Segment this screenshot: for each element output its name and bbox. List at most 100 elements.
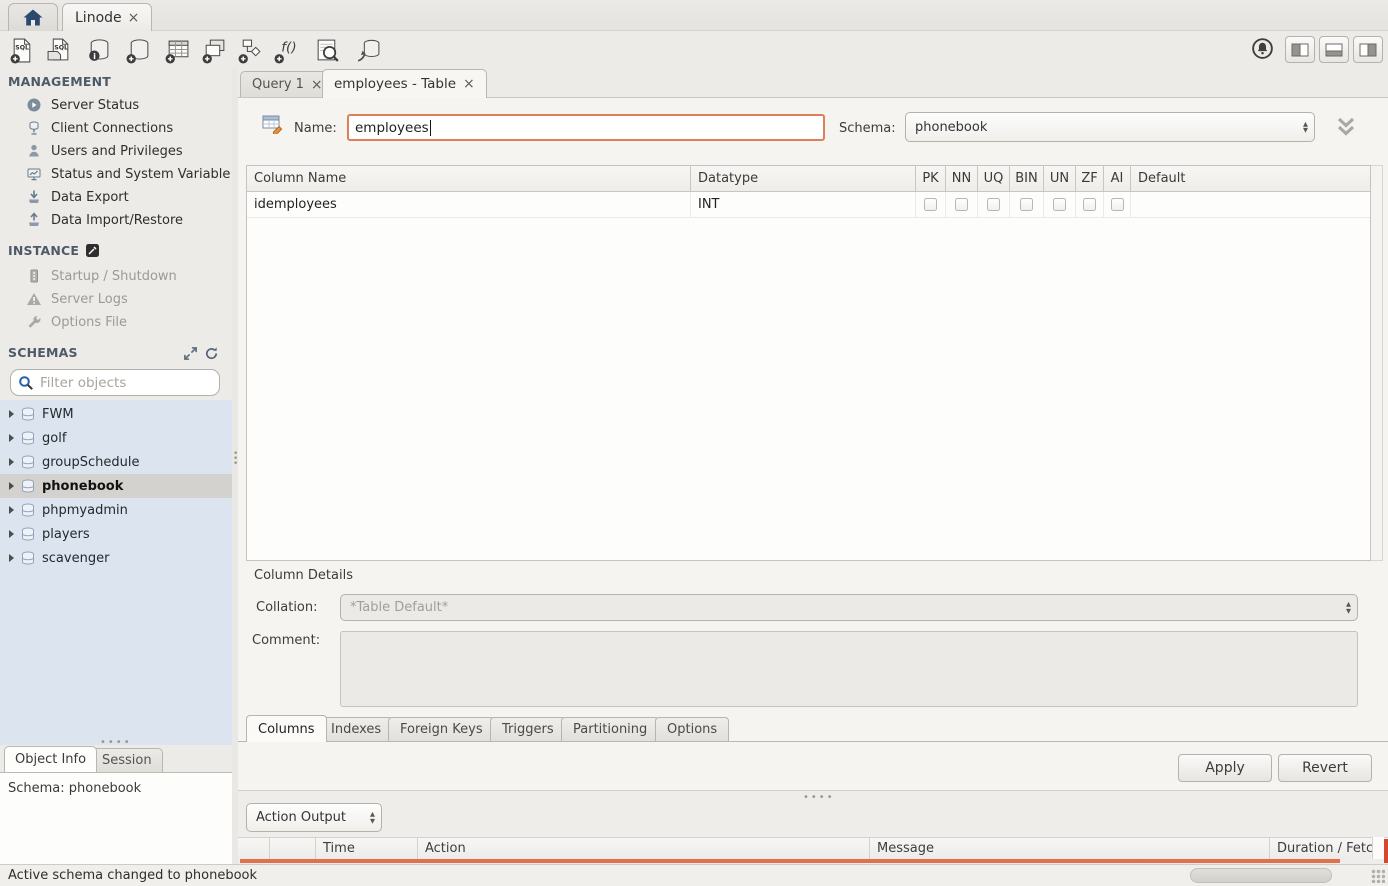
svg-text:f(): f(): [281, 39, 296, 55]
reconnect-database-icon[interactable]: [353, 35, 383, 65]
sidebar-item-data-export[interactable]: Data Export: [26, 186, 231, 208]
un-checkbox[interactable]: [1053, 198, 1066, 211]
default-cell[interactable]: [1131, 192, 1370, 217]
schema-item-fwm[interactable]: FWM: [0, 402, 232, 426]
tab-query-1[interactable]: Query 1 ×: [240, 71, 335, 97]
output-selector[interactable]: Action Output ▲▼: [246, 803, 382, 832]
home-tab[interactable]: [8, 3, 58, 31]
uq-checkbox[interactable]: [987, 198, 1000, 211]
header-duration-fetch: Duration / Fetch: [1270, 838, 1388, 859]
pk-checkbox[interactable]: [924, 198, 937, 211]
collation-label: Collation:: [256, 600, 318, 615]
spinner-arrows-icon[interactable]: ▲▼: [370, 804, 375, 831]
schema-name: players: [42, 527, 90, 542]
schema-filter-input[interactable]: [40, 375, 212, 391]
collation-select[interactable]: *Table Default* ▲▼: [340, 594, 1358, 621]
create-routine-icon[interactable]: [235, 35, 265, 65]
tab-foreign-keys[interactable]: Foreign Keys: [388, 717, 495, 742]
tab-partitioning[interactable]: Partitioning: [561, 717, 659, 742]
spinner-arrows-icon[interactable]: ▲▼: [1303, 113, 1308, 141]
svg-text:i: i: [93, 50, 96, 60]
schema-item-players[interactable]: players: [0, 522, 232, 546]
toggle-right-panel-button[interactable]: [1353, 36, 1383, 63]
schema-icon: [21, 503, 35, 517]
sidebar-item-startup-shutdown[interactable]: Startup / Shutdown: [26, 265, 231, 287]
notification-icon[interactable]: [1247, 33, 1277, 63]
expander-icon[interactable]: [9, 530, 14, 538]
search-table-data-icon[interactable]: [312, 35, 342, 65]
tab-triggers[interactable]: Triggers: [490, 717, 566, 742]
connection-tab[interactable]: Linode ×: [62, 3, 152, 31]
schema-select[interactable]: phonebook ▲▼: [905, 112, 1315, 142]
tab-employees-table[interactable]: employees - Table ×: [322, 69, 487, 98]
expander-icon[interactable]: [9, 506, 14, 514]
schema-item-groupschedule[interactable]: groupSchedule: [0, 450, 232, 474]
refresh-schemas-icon[interactable]: [204, 346, 219, 361]
zf-checkbox[interactable]: [1083, 198, 1096, 211]
expander-icon[interactable]: [9, 482, 14, 490]
close-tab-icon[interactable]: ×: [128, 10, 140, 26]
tab-session[interactable]: Session: [91, 748, 163, 772]
sidebar-item-data-import[interactable]: Data Import/Restore: [26, 209, 231, 231]
header-ai: AI: [1104, 166, 1131, 191]
create-table-icon[interactable]: [162, 35, 192, 65]
resize-grip-icon[interactable]: [1371, 869, 1385, 883]
close-tab-icon[interactable]: ×: [463, 76, 475, 92]
sidebar-item-label: Data Import/Restore: [51, 213, 183, 228]
sidebar-item-label: Startup / Shutdown: [51, 269, 177, 284]
tab-object-info[interactable]: Object Info: [4, 746, 97, 772]
table-name-value: employees: [355, 120, 429, 136]
schema-item-phonebook[interactable]: phonebook: [0, 474, 232, 498]
column-name-cell[interactable]: idemployees: [247, 192, 691, 217]
bin-checkbox[interactable]: [1020, 198, 1033, 211]
tab-options[interactable]: Options: [655, 717, 729, 742]
toggle-left-panel-button[interactable]: [1285, 36, 1315, 63]
sidebar-item-users-privileges[interactable]: Users and Privileges: [26, 140, 231, 162]
output-selector-value: Action Output: [256, 810, 346, 825]
schema-item-scavenger[interactable]: scavenger: [0, 546, 232, 570]
tab-columns[interactable]: Columns: [246, 715, 327, 742]
button-label: Revert: [1302, 760, 1348, 776]
create-schema-icon[interactable]: [123, 35, 153, 65]
tab-label: Options: [667, 722, 717, 737]
expander-icon[interactable]: [9, 458, 14, 466]
column-row-idemployees[interactable]: idemployees INT: [247, 192, 1370, 218]
header-time: Time: [316, 838, 418, 859]
horizontal-scrollbar-thumb[interactable]: [1190, 868, 1332, 883]
sidebar-item-options-file[interactable]: Options File: [26, 311, 231, 333]
inspect-database-icon[interactable]: i: [83, 35, 113, 65]
create-function-icon[interactable]: f(): [271, 35, 301, 65]
table-name-input[interactable]: employees: [347, 114, 825, 141]
expander-icon[interactable]: [9, 410, 14, 418]
svg-text:SQL: SQL: [15, 44, 29, 51]
schema-icon: [21, 407, 35, 421]
sidebar-item-server-status[interactable]: Server Status: [26, 94, 231, 116]
output-scrollbar[interactable]: [1372, 837, 1384, 859]
open-sql-script-icon[interactable]: SQL: [44, 35, 74, 65]
apply-button[interactable]: Apply: [1178, 754, 1272, 782]
sidebar-item-client-connections[interactable]: Client Connections: [26, 117, 231, 139]
datatype-cell[interactable]: INT: [691, 192, 916, 217]
schema-label: Schema:: [839, 121, 896, 136]
close-tab-icon[interactable]: ×: [311, 77, 323, 93]
expand-header-chevron-icon[interactable]: [1334, 116, 1358, 138]
comment-textarea[interactable]: [340, 631, 1358, 707]
tab-indexes[interactable]: Indexes: [319, 717, 393, 742]
window-tab-bar: Linode ×: [0, 0, 1388, 31]
schema-item-phpmyadmin[interactable]: phpmyadmin: [0, 498, 232, 522]
expand-schemas-icon[interactable]: [183, 346, 198, 361]
sidebar-item-server-logs[interactable]: Server Logs: [26, 288, 231, 310]
grid-scrollbar[interactable]: [1371, 165, 1383, 561]
nn-checkbox[interactable]: [955, 198, 968, 211]
expander-icon[interactable]: [9, 554, 14, 562]
schema-item-golf[interactable]: golf: [0, 426, 232, 450]
sidebar-item-system-variables[interactable]: Status and System Variables: [26, 163, 231, 185]
ai-checkbox[interactable]: [1111, 198, 1124, 211]
output-splitter-handle[interactable]: ••••: [803, 792, 835, 803]
new-sql-tab-icon[interactable]: SQL: [7, 35, 37, 65]
revert-button[interactable]: Revert: [1278, 754, 1372, 782]
toggle-bottom-panel-button[interactable]: [1319, 36, 1349, 63]
sidebar-item-label: Status and System Variables: [51, 167, 231, 182]
expander-icon[interactable]: [9, 434, 14, 442]
create-view-icon[interactable]: [199, 35, 229, 65]
